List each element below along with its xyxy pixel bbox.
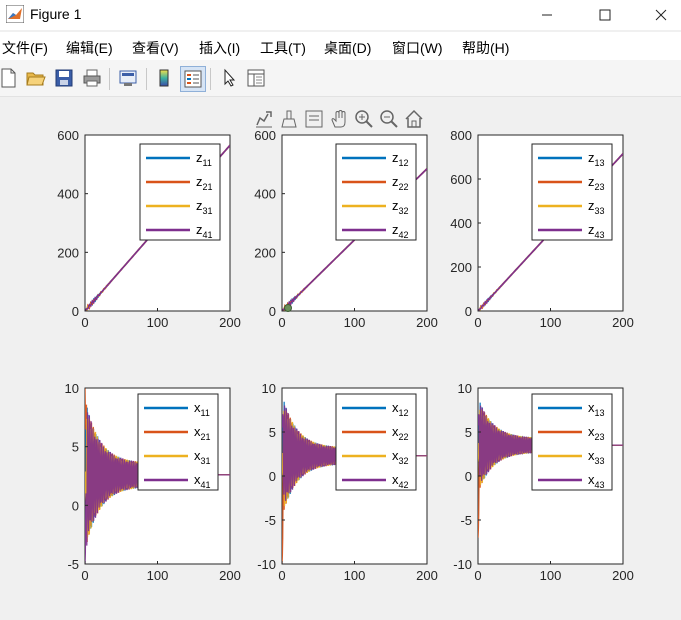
y-tick-label: 800 xyxy=(450,128,472,143)
subplot-3: 0 100 200 0 200 400 600 800 z13z23z33z43 xyxy=(450,128,634,330)
subplot-4: 0 100 200-50510x11x21x31x41 xyxy=(65,381,241,583)
y-tick-label: 200 xyxy=(254,245,276,260)
figure-canvas: 0 100 2000200400600z11z21z31z410 100 2000200… xyxy=(57,128,634,583)
subplot-1: 0 100 200 0 200 400 600 z11z21z31z41 xyxy=(57,128,241,330)
y-tick-label: 0 xyxy=(72,498,79,513)
x-tick-label: 0 xyxy=(474,568,481,583)
y-tick-label: 10 xyxy=(458,381,472,396)
x-tick-label: 200 xyxy=(416,315,438,330)
y-tick-label: 5 xyxy=(72,440,79,455)
x-tick-label: 200 xyxy=(219,568,241,583)
x-tick-label: 100 xyxy=(540,568,562,583)
y-tick-label: 600 xyxy=(450,172,472,187)
x-tick-label: 0 xyxy=(81,568,88,583)
subplot-5: 0 100 200 -10 -5 0 5 10 x12x22x32x42 xyxy=(257,381,438,583)
y-tick-label: -10 xyxy=(453,557,472,572)
x-tick-label: 200 xyxy=(612,568,634,583)
legend: z11z21z31z41 xyxy=(139,143,221,241)
y-tick-label: 200 xyxy=(450,260,472,275)
y-tick-label: -5 xyxy=(67,557,79,572)
x-tick-label: 100 xyxy=(147,568,169,583)
x-tick-label: 100 xyxy=(344,315,366,330)
legend: x13x23x33x43 xyxy=(531,393,613,491)
subplot-2: 0 100 200 0 200 400 600 z12z22z32z42 xyxy=(254,128,438,330)
y-tick-label: 200 xyxy=(57,245,79,260)
y-tick-label: 10 xyxy=(262,381,276,396)
x-tick-label: 0 xyxy=(278,568,285,583)
legend: z12z22z32z42 xyxy=(335,143,417,241)
legend: z13z23z33z43 xyxy=(531,143,613,241)
cursor-marker xyxy=(284,304,292,312)
y-tick-label: -5 xyxy=(264,513,276,528)
y-tick-label: 10 xyxy=(65,381,79,396)
legend: x12x22x32x42 xyxy=(335,393,417,491)
x-tick-label: 0 xyxy=(474,315,481,330)
subplot-6: 0 100 200 -10 -5 0 5 10 x13x23x33x43 xyxy=(453,381,634,583)
y-tick-label: 0 xyxy=(72,304,79,319)
x-tick-label: 100 xyxy=(147,315,169,330)
y-tick-label: 0 xyxy=(269,469,276,484)
y-tick-label: 5 xyxy=(269,425,276,440)
x-tick-label: 100 xyxy=(344,568,366,583)
x-tick-label: 100 xyxy=(540,315,562,330)
y-tick-label: 600 xyxy=(254,128,276,143)
legend: x11x21x31x41 xyxy=(137,393,219,491)
y-tick-label: 5 xyxy=(465,425,472,440)
x-tick-label: 200 xyxy=(612,315,634,330)
x-tick-label: 0 xyxy=(81,315,88,330)
x-tick-label: 200 xyxy=(416,568,438,583)
x-tick-label: 200 xyxy=(219,315,241,330)
y-tick-label: 600 xyxy=(57,128,79,143)
y-tick-label: 400 xyxy=(57,187,79,202)
y-tick-label: -10 xyxy=(257,557,276,572)
y-tick-label: 400 xyxy=(450,216,472,231)
x-tick-label: 0 xyxy=(278,315,285,330)
y-tick-label: 400 xyxy=(254,187,276,202)
y-tick-label: -5 xyxy=(460,513,472,528)
y-tick-label: 0 xyxy=(269,304,276,319)
y-tick-label: 0 xyxy=(465,304,472,319)
y-tick-label: 0 xyxy=(465,469,472,484)
